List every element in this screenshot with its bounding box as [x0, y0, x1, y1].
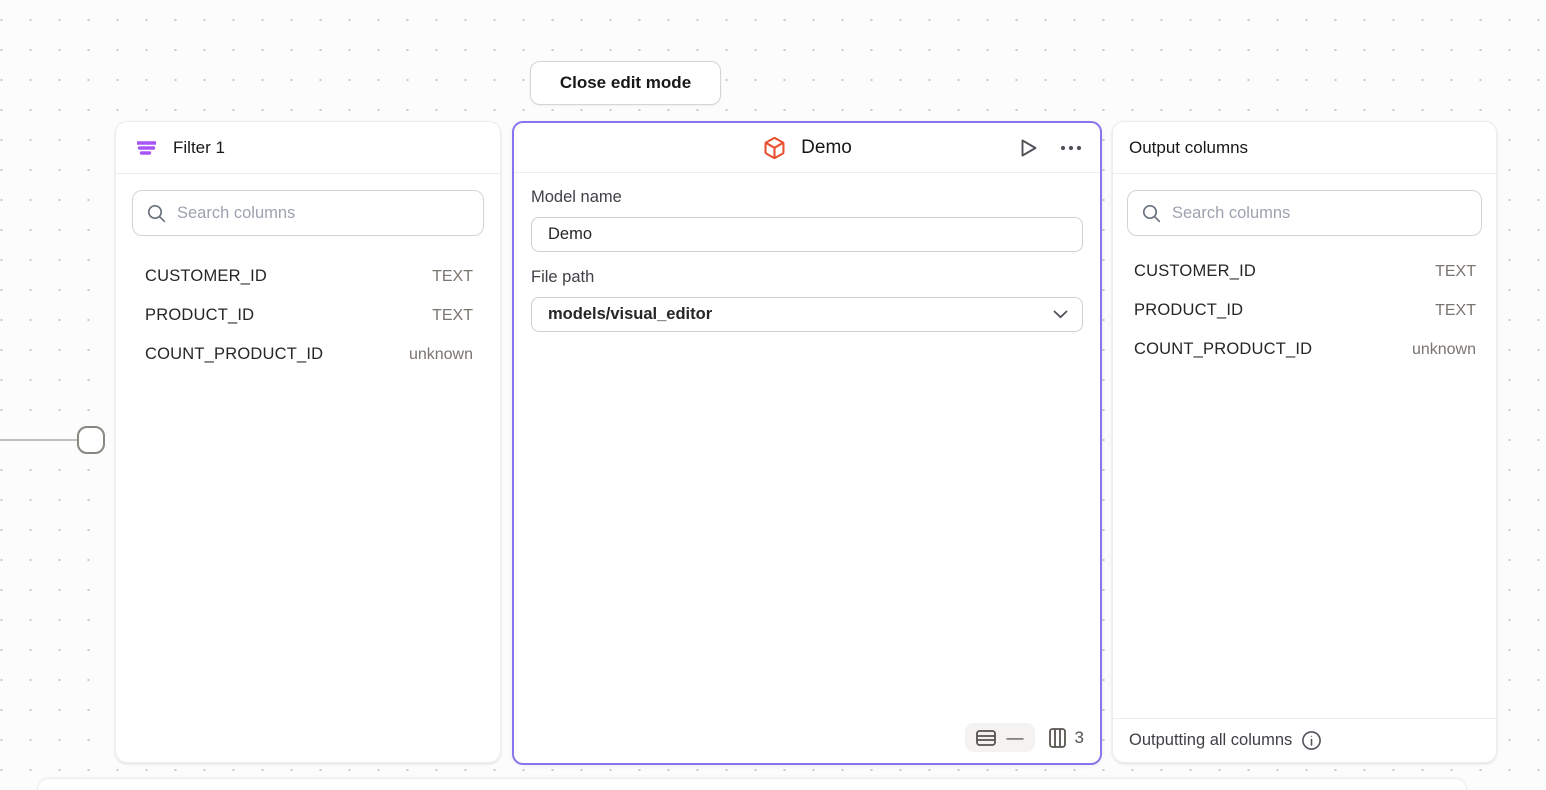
- list-item[interactable]: COUNT_PRODUCT_ID unknown: [1113, 330, 1496, 369]
- column-name: COUNT_PRODUCT_ID: [1134, 340, 1312, 359]
- file-path-select[interactable]: models/visual_editor: [531, 297, 1083, 332]
- row-count-value: —: [1007, 729, 1024, 746]
- more-options-button[interactable]: [1060, 145, 1082, 151]
- run-model-button[interactable]: [1016, 136, 1040, 160]
- columns-icon: [1049, 728, 1066, 748]
- filter-search-input[interactable]: [177, 204, 483, 223]
- search-icon: [147, 204, 166, 223]
- connector-port[interactable]: [77, 426, 105, 454]
- file-path-label: File path: [531, 268, 1083, 287]
- output-footer-text: Outputting all columns: [1129, 731, 1292, 750]
- connector-edge: [0, 439, 78, 441]
- column-type: TEXT: [1435, 302, 1476, 320]
- model-cube-icon: [762, 135, 787, 161]
- column-name: CUSTOMER_ID: [1134, 262, 1256, 281]
- editor-canvas: Close edit mode Filter 1 CUSTOME: [0, 0, 1546, 790]
- results-panel-edge[interactable]: [37, 778, 1467, 790]
- output-search-box: [1127, 190, 1482, 236]
- list-item[interactable]: PRODUCT_ID TEXT: [116, 296, 500, 335]
- file-path-value: models/visual_editor: [548, 305, 712, 324]
- output-search-input[interactable]: [1172, 204, 1481, 223]
- search-icon: [1142, 204, 1161, 223]
- info-icon[interactable]: [1301, 730, 1322, 751]
- close-edit-mode-button[interactable]: Close edit mode: [530, 61, 721, 105]
- model-panel-header[interactable]: Demo: [514, 123, 1100, 173]
- column-name: PRODUCT_ID: [1134, 301, 1243, 320]
- output-panel-header: Output columns: [1113, 122, 1496, 174]
- model-node-panel: Demo Model name File path mo: [512, 121, 1102, 765]
- filter-panel-header[interactable]: Filter 1: [116, 122, 500, 174]
- model-panel-title: Demo: [801, 137, 852, 159]
- column-type: unknown: [409, 346, 473, 364]
- filter-search-box: [132, 190, 484, 236]
- list-item[interactable]: CUSTOMER_ID TEXT: [1113, 252, 1496, 291]
- column-type: TEXT: [1435, 263, 1476, 281]
- column-name: CUSTOMER_ID: [145, 267, 267, 286]
- column-type: TEXT: [432, 268, 473, 286]
- output-footer: Outputting all columns: [1113, 718, 1496, 762]
- column-name: PRODUCT_ID: [145, 306, 254, 325]
- output-column-list: CUSTOMER_ID TEXT PRODUCT_ID TEXT COUNT_P…: [1113, 252, 1496, 369]
- filter-icon: [137, 141, 156, 155]
- column-count-group: 3: [1049, 728, 1084, 748]
- rows-icon: [976, 730, 996, 746]
- model-name-label: Model name: [531, 188, 1083, 207]
- filter-panel-title: Filter 1: [173, 138, 225, 158]
- output-columns-panel: Output columns CUSTOMER_ID TEXT PRODUCT_…: [1112, 121, 1497, 763]
- filter-column-list: CUSTOMER_ID TEXT PRODUCT_ID TEXT COUNT_P…: [116, 257, 500, 374]
- column-type: TEXT: [432, 307, 473, 325]
- model-name-input[interactable]: [531, 217, 1083, 252]
- list-item[interactable]: COUNT_PRODUCT_ID unknown: [116, 335, 500, 374]
- column-type: unknown: [1412, 341, 1476, 359]
- filter-node-panel: Filter 1 CUSTOMER_ID TEXT PRODUCT_ID TEX…: [115, 121, 501, 763]
- list-item[interactable]: CUSTOMER_ID TEXT: [116, 257, 500, 296]
- column-count-value: 3: [1075, 728, 1084, 748]
- output-panel-title: Output columns: [1129, 138, 1248, 158]
- chevron-down-icon: [1053, 310, 1068, 319]
- row-count-pill[interactable]: —: [965, 723, 1035, 752]
- list-item[interactable]: PRODUCT_ID TEXT: [1113, 291, 1496, 330]
- column-name: COUNT_PRODUCT_ID: [145, 345, 323, 364]
- model-stats-bar: — 3: [965, 723, 1084, 752]
